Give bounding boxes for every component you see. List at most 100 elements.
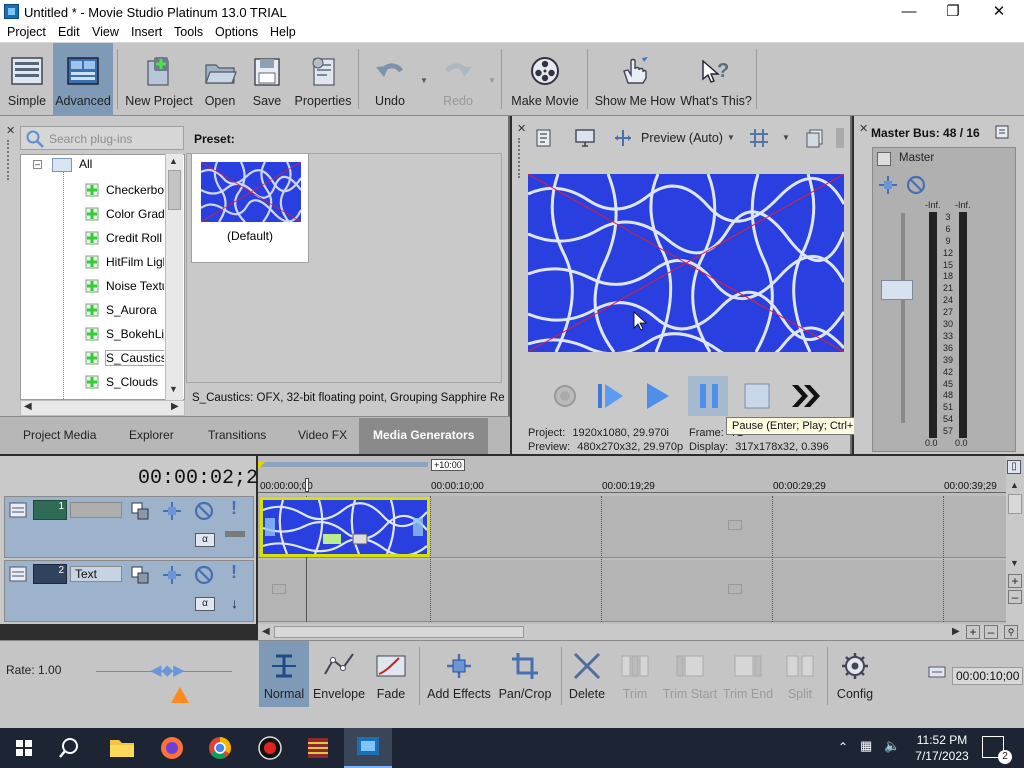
preset-default-thumbnail[interactable]: [201, 162, 301, 222]
make-movie-button[interactable]: Make Movie: [506, 43, 584, 116]
save-button[interactable]: Save: [246, 43, 288, 116]
scroll-left-icon[interactable]: ◀: [24, 401, 32, 412]
timeline-ruler[interactable]: +10:00 00:00:00;00 00:00:10;00 00:00:19;…: [258, 456, 1006, 496]
properties-button[interactable]: Properties: [292, 43, 354, 116]
envelope-edit-tool[interactable]: Envelope: [312, 641, 366, 707]
menu-project[interactable]: Project: [7, 25, 46, 39]
advanced-button[interactable]: Advanced: [53, 43, 113, 116]
zoom-out-horizontal-icon[interactable]: –: [984, 625, 998, 639]
obs-record-icon[interactable]: [246, 728, 294, 768]
selection-end-timecode[interactable]: 00:00:10;00: [952, 667, 1024, 685]
system-clock[interactable]: 11:52 PM 7/17/2023: [912, 732, 972, 764]
whats-this-button[interactable]: ? What's This?: [680, 43, 752, 116]
plugin-item-s-bokehlights[interactable]: S_BokehLights: [84, 323, 164, 345]
scroll-down-icon[interactable]: ▼: [1010, 558, 1019, 568]
open-button[interactable]: Open: [198, 43, 242, 116]
track-expand-icon[interactable]: [8, 500, 28, 520]
file-explorer-icon[interactable]: [98, 728, 146, 768]
plugin-item-checkerboard[interactable]: Checkerboard: [84, 179, 164, 201]
trim-button[interactable]: Trim: [612, 641, 658, 707]
master-channel-icon[interactable]: [877, 152, 891, 166]
scroll-right-icon[interactable]: ▶: [171, 401, 179, 412]
plugin-item-noise-texture[interactable]: Noise Texture: [84, 275, 164, 297]
loop-start-marker[interactable]: [258, 462, 265, 469]
external-monitor-icon[interactable]: [574, 128, 596, 148]
minimize-button[interactable]: —: [886, 0, 932, 24]
stop-button[interactable]: [740, 379, 774, 413]
maximize-button[interactable]: ❐: [930, 0, 976, 24]
pan-crop-button[interactable]: Pan/Crop: [496, 641, 554, 707]
close-preview-icon[interactable]: ✕: [517, 122, 526, 135]
winrar-icon[interactable]: [294, 728, 342, 768]
track-fx-icon[interactable]: [161, 500, 183, 522]
zoom-tool-icon[interactable]: ⚲: [1004, 625, 1018, 639]
config-button[interactable]: Config: [830, 641, 880, 707]
play-from-start-button[interactable]: [594, 379, 628, 413]
track-header-1[interactable]: 1 ! α: [4, 496, 254, 558]
timeline-vertical-scrollbar[interactable]: ▯ ▲ ▼ + –: [1006, 456, 1024, 624]
scroll-thumb[interactable]: [274, 626, 524, 638]
master-fader-track[interactable]: [901, 213, 905, 423]
marker-toggle-icon[interactable]: ▯: [1007, 460, 1021, 474]
track-expand-icon[interactable]: [8, 564, 28, 584]
collapse-tree-icon[interactable]: –: [33, 160, 42, 169]
menu-tools[interactable]: Tools: [174, 25, 203, 39]
scroll-right-icon[interactable]: ▶: [952, 626, 960, 637]
delete-button[interactable]: Delete: [564, 641, 610, 707]
search-icon[interactable]: [48, 728, 96, 768]
scroll-left-icon[interactable]: ◀: [262, 626, 270, 637]
timeline-horizontal-scrollbar[interactable]: ◀ ▶ + – ⚲: [258, 624, 1024, 640]
more-transport-button[interactable]: [788, 379, 822, 413]
timeline-timecode[interactable]: 00:00:02;23: [138, 467, 270, 490]
loop-region-bar[interactable]: [258, 462, 428, 467]
undo-button[interactable]: Undo: [362, 43, 418, 116]
tree-root-all[interactable]: All: [79, 157, 92, 171]
panel-grip[interactable]: [7, 140, 13, 180]
split-button[interactable]: Split: [776, 641, 824, 707]
chevron-down-icon[interactable]: ▼: [782, 133, 790, 142]
add-effects-button[interactable]: Add Effects: [424, 641, 494, 707]
scroll-thumb[interactable]: [168, 170, 181, 210]
menu-view[interactable]: View: [92, 25, 119, 39]
track-name-1[interactable]: [70, 502, 122, 518]
track-header-2[interactable]: 2 Text ! α ↓: [4, 560, 254, 622]
tab-explorer[interactable]: Explorer: [129, 428, 174, 442]
panel-grip[interactable]: [518, 138, 524, 178]
menu-help[interactable]: Help: [270, 25, 296, 39]
firefox-icon[interactable]: [148, 728, 196, 768]
compositing-mode-icon[interactable]: [129, 564, 151, 586]
show-me-how-button[interactable]: Show Me How: [592, 43, 678, 116]
close-master-icon[interactable]: ✕: [859, 122, 868, 135]
scroll-down-icon[interactable]: ▼: [169, 384, 178, 394]
fx-insert-icon[interactable]: [877, 174, 899, 196]
caustics-clip[interactable]: [260, 497, 430, 557]
plugin-item-s-clouds[interactable]: S_Clouds: [84, 371, 164, 393]
compositing-mode-icon[interactable]: [129, 500, 151, 522]
redo-button[interactable]: Redo: [430, 43, 486, 116]
track-lane-2[interactable]: [258, 560, 1006, 622]
mixer-options-icon[interactable]: [994, 124, 1010, 140]
new-project-button[interactable]: New Project: [122, 43, 196, 116]
track-name-2[interactable]: Text: [70, 566, 122, 582]
trim-end-button[interactable]: Trim End: [722, 641, 774, 707]
compositing-child-icon[interactable]: α: [195, 597, 215, 611]
close-button[interactable]: ✕: [976, 0, 1022, 24]
network-icon[interactable]: ▦: [860, 738, 872, 754]
close-panel-icon[interactable]: ✕: [6, 124, 15, 137]
record-button[interactable]: [548, 379, 582, 413]
plugin-item-credit-roll[interactable]: Credit Roll: [84, 227, 164, 249]
mute-track-icon[interactable]: [193, 564, 215, 586]
trim-start-button[interactable]: Trim Start: [660, 641, 720, 707]
redo-dropdown-icon[interactable]: ▼: [488, 76, 496, 85]
pause-button[interactable]: [692, 379, 726, 413]
tab-project-media[interactable]: Project Media: [23, 428, 96, 442]
copy-snapshot-icon[interactable]: [804, 127, 826, 149]
split-screen-icon[interactable]: [612, 128, 634, 148]
menu-insert[interactable]: Insert: [131, 25, 162, 39]
menu-edit[interactable]: Edit: [58, 25, 80, 39]
level-slider[interactable]: [225, 531, 245, 537]
master-fader-handle[interactable]: [881, 280, 913, 300]
playhead-marker[interactable]: [305, 478, 309, 492]
volume-icon[interactable]: 🔈: [884, 738, 900, 754]
fade-button[interactable]: Fade: [368, 641, 414, 707]
